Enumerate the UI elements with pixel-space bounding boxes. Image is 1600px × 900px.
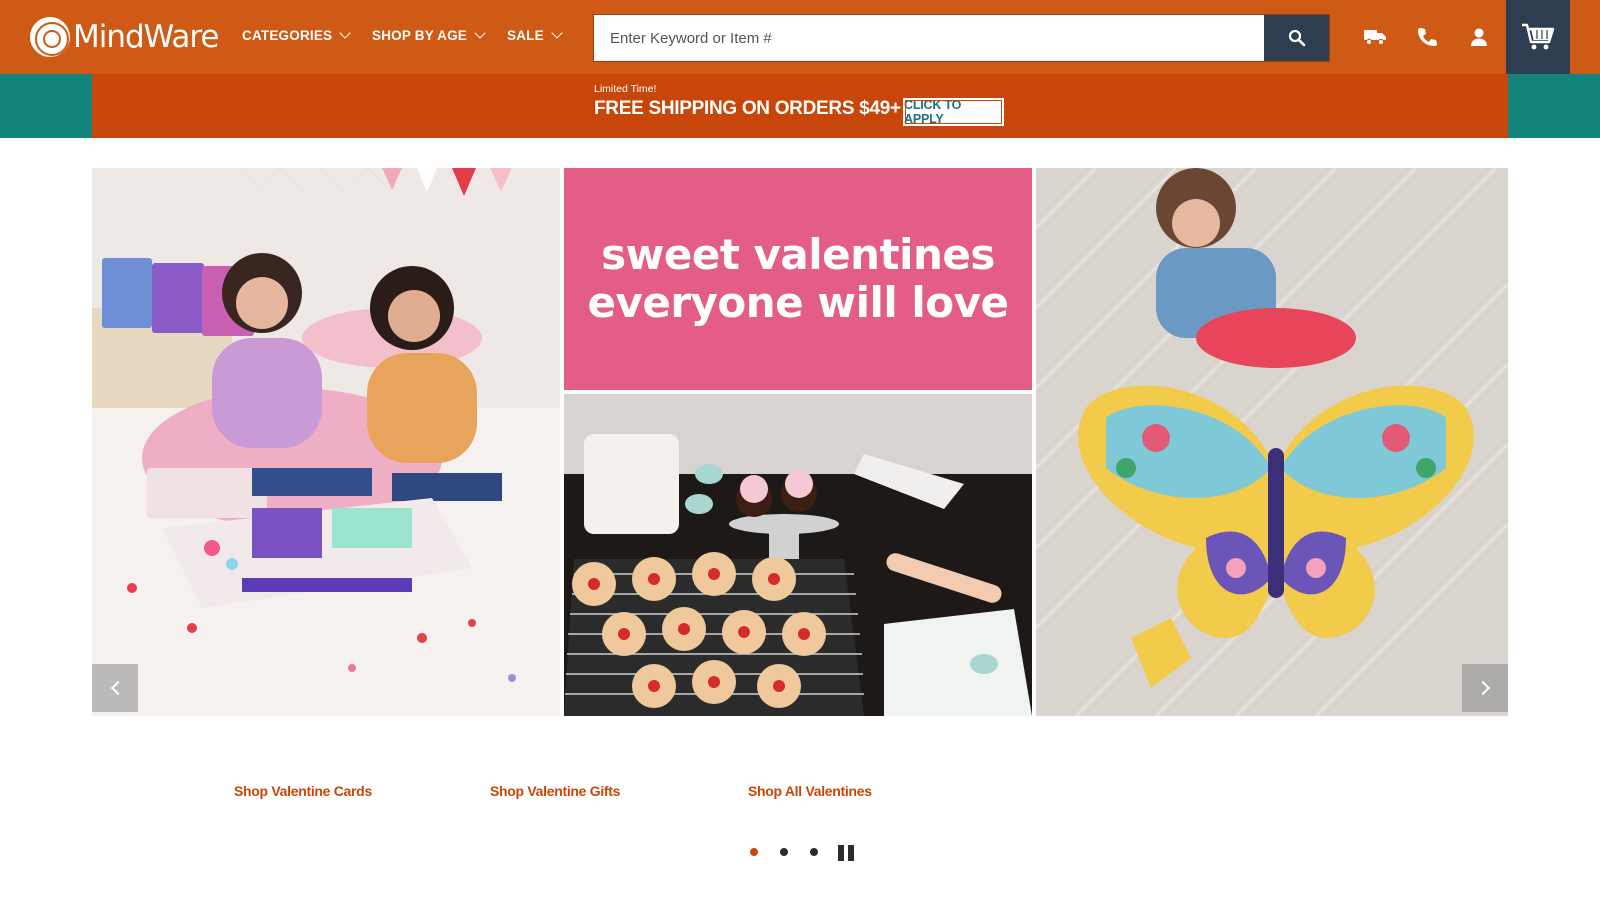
cart-icon	[1522, 23, 1555, 50]
chevron-left-icon	[110, 680, 125, 696]
nav-shop-by-age-label: SHOP BY AGE	[372, 28, 467, 43]
nav-categories-label: CATEGORIES	[242, 28, 333, 43]
pause-icon-bar	[848, 845, 854, 861]
shop-valentine-gifts-link[interactable]: Shop Valentine Gifts	[490, 783, 620, 799]
hero-image-puzzle[interactable]	[1036, 168, 1508, 716]
phone-button[interactable]	[1414, 24, 1440, 50]
site-header: MindWare CATEGORIES SHOP BY AGE SALE	[0, 0, 1600, 74]
nav-sale[interactable]: SALE	[507, 27, 563, 43]
cart-button[interactable]	[1506, 0, 1570, 74]
nav-categories[interactable]: CATEGORIES	[242, 27, 351, 43]
shipping-button[interactable]	[1362, 24, 1388, 50]
shop-valentine-cards-link[interactable]: Shop Valentine Cards	[234, 783, 372, 799]
click-to-apply-button[interactable]: CLICK TO APPLY	[903, 98, 1004, 126]
carousel-prev-button[interactable]	[92, 664, 138, 712]
logo[interactable]: MindWare	[30, 16, 219, 58]
promo-banner[interactable]: Limited Time! FREE SHIPPING ON ORDERS $4…	[92, 74, 1508, 138]
butterfly-puzzle-image	[1036, 168, 1508, 716]
logo-mark-icon	[30, 17, 70, 57]
nav-sale-label: SALE	[507, 28, 544, 43]
hero-center-panel[interactable]: sweet valentines everyone will love	[564, 168, 1032, 716]
chevron-down-icon	[551, 27, 563, 39]
shop-all-valentines-link[interactable]: Shop All Valentines	[748, 783, 872, 799]
promo-band-right	[1508, 74, 1600, 138]
valentine-banner: sweet valentines everyone will love	[564, 168, 1032, 390]
girls-with-valentines-image	[92, 168, 560, 716]
chevron-right-icon	[1475, 680, 1490, 696]
user-icon	[1471, 28, 1487, 46]
nav-shop-by-age[interactable]: SHOP BY AGE	[372, 27, 486, 43]
promo-eyebrow: Limited Time!	[594, 83, 657, 95]
chevron-down-icon	[339, 27, 351, 39]
logo-text: MindWare	[73, 19, 219, 55]
pause-icon	[838, 845, 844, 861]
hero-carousel: sweet valentines everyone will love	[92, 168, 1508, 716]
phone-icon	[1418, 28, 1437, 46]
search-input[interactable]	[594, 15, 1264, 61]
banner-line-2: everyone will love	[587, 278, 1009, 327]
carousel-pause-button[interactable]	[838, 845, 854, 861]
search-button[interactable]	[1264, 15, 1329, 61]
carousel-dot-2[interactable]	[780, 848, 788, 856]
promo-band-left	[0, 74, 92, 138]
promo-headline: FREE SHIPPING ON ORDERS $49+	[594, 98, 901, 119]
baking-image	[564, 394, 1032, 716]
carousel-dot-1[interactable]	[750, 848, 758, 856]
account-button[interactable]	[1466, 24, 1492, 50]
banner-line-1: sweet valentines	[601, 230, 995, 279]
carousel-next-button[interactable]	[1462, 664, 1508, 712]
baking-cookies-image	[564, 394, 1032, 716]
search-icon	[1288, 29, 1305, 47]
truck-icon	[1364, 30, 1386, 46]
hero-image-girls[interactable]	[92, 168, 560, 716]
search-bar	[593, 14, 1330, 62]
carousel-dot-3[interactable]	[810, 848, 818, 856]
chevron-down-icon	[474, 27, 486, 39]
